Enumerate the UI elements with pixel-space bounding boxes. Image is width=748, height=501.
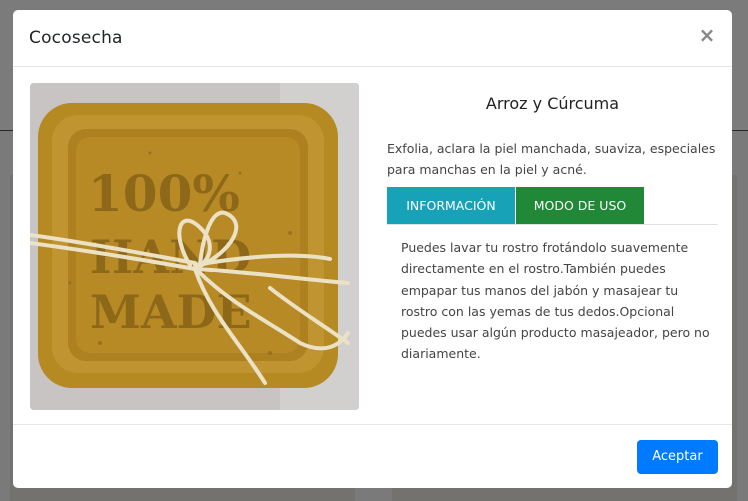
- product-name: Arroz y Cúrcuma: [485, 94, 620, 113]
- modal-title: Cocosecha: [29, 28, 123, 48]
- tab-informacion[interactable]: INFORMACIÓN: [387, 187, 515, 224]
- product-description: Exfolia, aclara la piel manchada, suaviz…: [387, 141, 716, 177]
- tab-content: Puedes lavar tu rostro frotándolo suavem…: [401, 240, 710, 362]
- tab-modo-de-uso[interactable]: MODO DE USO: [516, 187, 644, 224]
- soap-product-photo: 100% HAND MADE: [30, 83, 359, 410]
- modal-footer: Aceptar: [13, 424, 732, 488]
- modal-header: Cocosecha ×: [13, 10, 732, 67]
- product-tabs: INFORMACIÓN MODO DE USO: [387, 187, 718, 225]
- product-image: 100% HAND MADE: [30, 83, 359, 410]
- close-icon[interactable]: ×: [696, 23, 718, 47]
- accept-button[interactable]: Aceptar: [637, 440, 718, 474]
- modal-body: 100% HAND MADE Arroz y Cúrcuma Exfolia, …: [13, 67, 732, 424]
- product-modal: Cocosecha × 100% HAND MADE Arroz y Cúrcu…: [13, 10, 732, 488]
